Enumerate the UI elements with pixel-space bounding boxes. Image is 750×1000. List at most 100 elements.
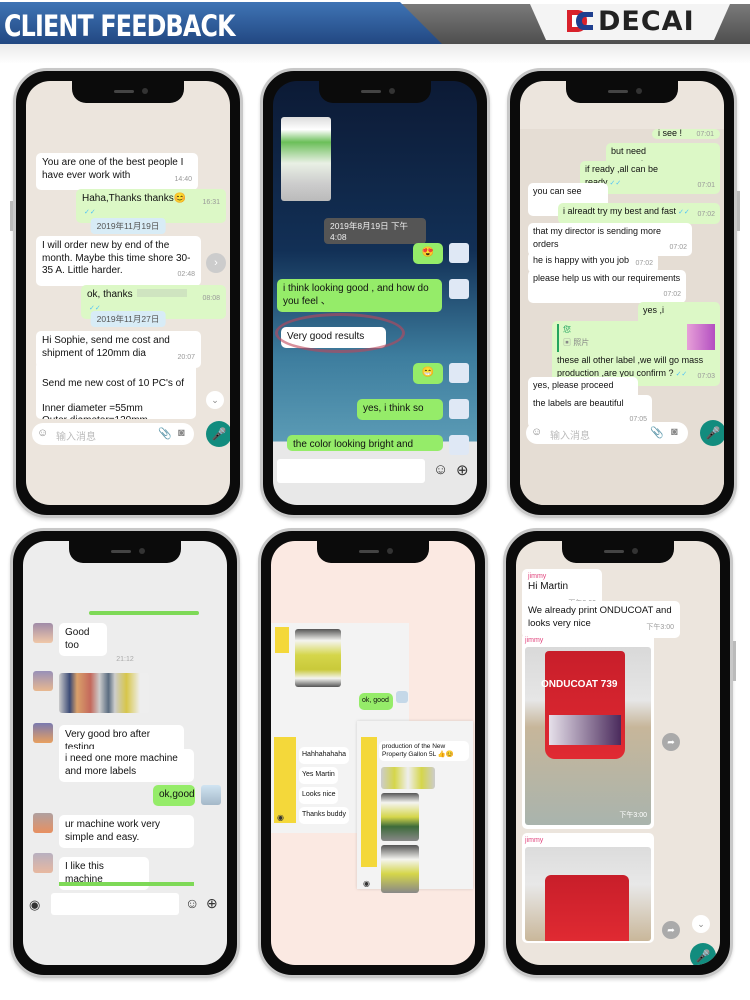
phone-4: Good too 21:12 Very good bro after testi…: [10, 528, 240, 978]
mic-button[interactable]: 🎤: [700, 420, 724, 446]
product-photo[interactable]: [295, 629, 341, 687]
image-message[interactable]: jimmy: [522, 833, 654, 943]
brand-name: DECAI: [598, 6, 695, 37]
scroll-down-icon[interactable]: ⌄: [692, 915, 710, 933]
brand-logo-icon: [567, 10, 593, 32]
attach-icon[interactable]: 📎: [158, 427, 172, 440]
quoted-message[interactable]: 您 ▣ 照片: [557, 324, 715, 352]
avatar-pixelated: [33, 671, 53, 691]
product-photo[interactable]: [281, 117, 331, 201]
message-incoming: Yes Martin: [299, 767, 338, 784]
mic-button[interactable]: 🎤: [206, 421, 230, 447]
camera-icon[interactable]: ◙: [178, 427, 185, 439]
message-input[interactable]: ☺ 输入消息 📎 ◙: [32, 423, 194, 445]
side-button: [737, 191, 740, 231]
watermark-strip: [0, 44, 750, 64]
whatsapp-chat-screen: i see !07:01 but need procesd07:01✓✓ if …: [520, 81, 724, 505]
forward-icon[interactable]: ›: [206, 253, 226, 273]
phone-6: jimmy Hi Martin下午3:00 We already print O…: [503, 528, 736, 978]
avatar-pixelated: [33, 813, 53, 833]
forward-icon[interactable]: ➦: [662, 921, 680, 939]
message-outgoing: 😁: [413, 363, 443, 384]
time-divider: 21:12: [116, 656, 134, 663]
avatar-scribble: [361, 737, 377, 867]
message-incoming: i need one more machine and more labels: [59, 749, 194, 782]
onducoat-bucket-photo[interactable]: ONDUCOAT 739 下午3:00: [525, 647, 651, 825]
message-incoming: Send me new cost of 10 PC's of Inner dia…: [36, 361, 196, 419]
avatar: [449, 243, 469, 263]
wechat-collage-screen: ok, good Hahhahahaha Yes Martin Looks ni…: [271, 541, 475, 965]
avatar-pixelated: [33, 723, 53, 743]
product-photo[interactable]: [381, 767, 435, 789]
voice-icon[interactable]: ◉: [29, 897, 40, 913]
wechat-chat-screen: Good too 21:12 Very good bro after testi…: [23, 541, 227, 965]
attach-icon[interactable]: 📎: [650, 426, 664, 439]
phone-3: i see !07:01 but need procesd07:01✓✓ if …: [507, 68, 740, 518]
message-input[interactable]: [277, 459, 425, 483]
message-outgoing: 😍: [413, 243, 443, 264]
message-outgoing: the color looking bright and: [287, 435, 443, 451]
date-divider: 2019年11月27日: [90, 311, 166, 327]
message-outgoing: yes, i think so: [357, 399, 443, 420]
red-bucket-photo[interactable]: [525, 847, 651, 941]
whatsapp-chat-screen: You are one of the best people I have ev…: [26, 81, 230, 505]
message-incoming: Looks nice: [299, 787, 339, 804]
plus-icon[interactable]: ⊕: [206, 895, 218, 912]
whatsapp-chat-screen: jimmy Hi Martin下午3:00 We already print O…: [516, 541, 720, 965]
emoji-icon[interactable]: ☺: [531, 426, 542, 438]
product-photo[interactable]: [381, 793, 419, 841]
phone-notch: [317, 541, 429, 563]
quoted-thumbnail: [687, 324, 715, 350]
avatar: [449, 399, 469, 419]
message-input[interactable]: ☺ 输入消息 📎 ◙: [526, 422, 688, 444]
highlight-circle: [275, 313, 405, 353]
green-bar: [89, 611, 199, 615]
side-button: [733, 641, 736, 681]
voice-icon[interactable]: ◉: [363, 879, 370, 888]
message-input[interactable]: [51, 893, 179, 915]
phone-2: 2019年8月19日 下午4:08 😍 i think looking good…: [260, 68, 490, 518]
avatar-pixelated: [33, 853, 53, 873]
image-timestamp: 下午3:00: [619, 811, 647, 819]
red-bucket: ONDUCOAT 739: [541, 651, 625, 759]
product-photo[interactable]: [381, 845, 419, 893]
emoji-icon[interactable]: ☺: [185, 895, 199, 911]
green-bar: [59, 882, 194, 886]
message-outgoing: ok,good: [153, 785, 195, 806]
message-incoming: Good too: [59, 623, 107, 656]
message-incoming: production of the New Property Gallon 5L…: [379, 741, 469, 761]
emoji-icon[interactable]: ☺: [433, 461, 448, 478]
read-check-icon: ✓✓: [84, 208, 96, 216]
avatar-pixelated: [33, 623, 53, 643]
phone-notch: [72, 81, 184, 103]
avatar-scribble: [274, 737, 296, 823]
product-photo[interactable]: [59, 673, 149, 713]
image-message[interactable]: jimmy ONDUCOAT 739 下午3:00: [522, 633, 654, 829]
message-incoming: Thanks buddy: [299, 807, 349, 824]
avatar: [449, 363, 469, 383]
camera-icon[interactable]: ◙: [671, 426, 678, 438]
input-placeholder: 输入消息: [550, 431, 590, 442]
plus-icon[interactable]: ⊕: [456, 461, 469, 479]
avatar: [201, 785, 221, 805]
phone-notch: [566, 81, 678, 103]
emoji-icon[interactable]: ☺: [37, 427, 48, 439]
message-incoming: Hahhahahaha: [299, 747, 349, 764]
avatar: [396, 691, 408, 703]
scroll-down-icon[interactable]: ⌄: [206, 391, 224, 409]
message-outgoing: i think looking good , and how do you fe…: [277, 279, 442, 312]
mic-button[interactable]: 🎤: [690, 943, 716, 965]
date-divider: 2019年11月19日: [90, 218, 166, 234]
voice-icon[interactable]: ◉: [277, 813, 284, 822]
phone-notch: [562, 541, 674, 563]
message-outgoing: ok, good: [359, 693, 393, 710]
message-outgoing: i see ! 07:01: [652, 129, 720, 139]
forward-icon[interactable]: ➦: [662, 733, 680, 751]
phone-1: You are one of the best people I have ev…: [10, 68, 243, 518]
message-incoming: I will order new by end of the month. Ma…: [36, 236, 201, 286]
message-outgoing: i alreadt try my best and fast 07:02 ✓✓: [558, 203, 720, 224]
side-button: [10, 201, 13, 231]
phone-notch: [69, 541, 181, 563]
phone-notch: [319, 81, 431, 103]
wechat-chat-screen: 2019年8月19日 下午4:08 😍 i think looking good…: [273, 81, 477, 505]
